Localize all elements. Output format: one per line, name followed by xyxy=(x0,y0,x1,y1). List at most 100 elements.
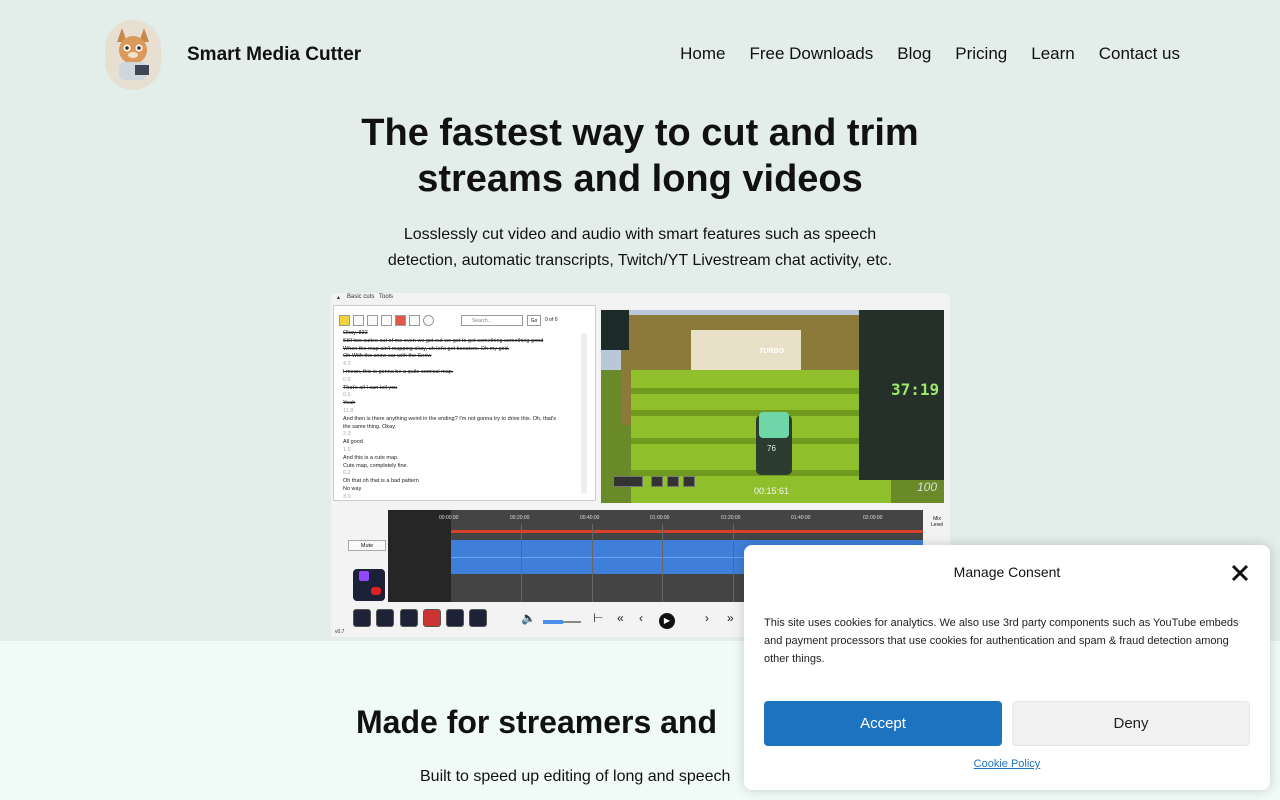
video-score: 100 xyxy=(917,480,938,494)
timeline-marker xyxy=(592,524,593,602)
cut-tool-icon xyxy=(353,609,371,627)
close-icon[interactable] xyxy=(1228,561,1252,585)
transcript-line: 0.2 xyxy=(343,470,351,477)
hero-subtitle-line1: Losslessly cut video and audio with smar… xyxy=(403,226,877,243)
transcript-search-input: Search... xyxy=(461,315,523,326)
transcript-line: Still two suites out of me even we got o… xyxy=(343,337,544,344)
transcript-line: I mean, this is gonna be a quite comical… xyxy=(343,368,454,375)
nav-pricing[interactable]: Pricing xyxy=(955,44,1007,64)
transcript-line: 11.8 xyxy=(343,407,354,414)
nav-learn[interactable]: Learn xyxy=(1031,44,1074,64)
twitch-icon xyxy=(359,571,369,581)
section-title: Made for streamers and xyxy=(356,704,718,740)
transcript-line: That's all I can tell you xyxy=(343,384,398,391)
split-tool-icon xyxy=(376,609,394,627)
remove-clip-icon xyxy=(423,609,441,627)
deny-button[interactable]: Deny xyxy=(1012,701,1250,746)
history-tool-icon xyxy=(423,315,434,326)
nav-home[interactable]: Home xyxy=(680,44,725,64)
copy-tool-icon xyxy=(353,315,364,326)
app-menu-bar: ▴ Basic cuts Tools xyxy=(331,293,950,303)
video-turbo-sign: TURBO xyxy=(759,348,784,355)
transcript-match-count: 0 of 0 xyxy=(545,317,558,323)
youtube-icon xyxy=(371,587,381,595)
timeline-tick: 01:00:00 xyxy=(650,515,670,521)
hero-title-line2: streams and long videos xyxy=(417,158,863,200)
hud-key xyxy=(667,476,679,487)
play-tool-icon xyxy=(339,315,350,326)
cookie-policy-link[interactable]: Cookie Policy xyxy=(974,758,1041,770)
timeline-side-panel: Mute xyxy=(331,509,394,635)
step-forward-icon: › xyxy=(705,611,709,625)
video-tunnel-opening xyxy=(691,330,801,370)
video-overlay-left xyxy=(601,310,629,350)
transcript-line: 2.3 xyxy=(343,431,351,438)
nav-blog[interactable]: Blog xyxy=(897,44,931,64)
site-header: Smart Media Cutter Home Free Downloads B… xyxy=(105,20,1180,90)
nav-contact[interactable]: Contact us xyxy=(1099,44,1180,64)
hero-subtitle: Losslessly cut video and audio with smar… xyxy=(360,222,920,274)
hero-subtitle-line2: detection, automatic transcripts, Twitch… xyxy=(387,252,893,269)
transcript-line: 0.6 xyxy=(343,376,351,383)
mix-level-label: Mix Level xyxy=(931,516,943,528)
video-preview: 76 TURBO 37:19 00:15:61 100 xyxy=(601,310,944,503)
video-hud-buttons xyxy=(613,476,733,488)
video-car-roof xyxy=(759,412,789,438)
timeline-tick: 00:00:00 xyxy=(439,515,459,521)
hero-title: The fastest way to cut and trim streams … xyxy=(300,110,980,202)
volume-icon: 🔈 xyxy=(521,611,536,625)
timeline-ruler: 00:00:00 00:20:00 00:40:00 01:00:00 01:2… xyxy=(388,510,923,524)
timeline-tick: 02:00:00 xyxy=(863,515,883,521)
menu-arrow-icon: ▴ xyxy=(337,295,341,301)
save-tool-icon xyxy=(381,315,392,326)
mute-button: Mute xyxy=(348,540,386,551)
accept-button[interactable]: Accept xyxy=(764,701,1002,746)
brand-name[interactable]: Smart Media Cutter xyxy=(187,44,361,66)
hud-key xyxy=(613,476,643,487)
frame-tool-icon xyxy=(469,609,487,627)
export-clip-icon xyxy=(400,609,418,627)
menu-tools: Tools xyxy=(379,294,394,300)
play-icon: ▶ xyxy=(659,613,675,629)
transcript-line: Oh With the snow car with the Snow xyxy=(343,353,432,360)
magic-cut-icon xyxy=(446,609,464,627)
timeline-tick: 01:40:00 xyxy=(791,515,811,521)
delete-tool-icon xyxy=(395,315,406,326)
transcript-line: 1.5 xyxy=(343,446,351,453)
video-clock: 00:15:61 xyxy=(754,486,790,496)
consent-body: This site uses cookies for analytics. We… xyxy=(764,617,1239,665)
nav-free-downloads[interactable]: Free Downloads xyxy=(749,44,873,64)
volume-slider-fill xyxy=(543,620,563,624)
transcript-line: Oh that oh that is a bad pattern xyxy=(343,478,419,485)
export-tool-icon xyxy=(409,315,420,326)
hud-key xyxy=(683,476,695,487)
fast-forward-icon: » xyxy=(727,611,734,625)
timeline-marker xyxy=(521,524,522,602)
hero-title-line1: The fastest way to cut and trim xyxy=(361,112,919,154)
transcript-line: 0.6 xyxy=(343,392,351,399)
transcript-line: When the map ain't mapping okay, uh let'… xyxy=(343,345,510,352)
transcript-go-button: Go xyxy=(527,315,541,326)
video-road-stripe xyxy=(631,388,891,394)
lynx-mascot-icon[interactable] xyxy=(105,20,161,90)
transcript-line: And this is a cute map. xyxy=(343,454,399,461)
timeline-marker xyxy=(662,524,663,602)
transcript-lines: Okay, 832 Still two suites out of me even… xyxy=(343,330,583,502)
menu-basic-cuts: Basic cuts xyxy=(347,294,375,300)
timeline-tick: 00:40:00 xyxy=(580,515,600,521)
transcript-line: 4.2 xyxy=(343,361,351,368)
transcript-line: Cute map, completely fine. xyxy=(343,462,409,469)
consent-dialog: Manage Consent This site uses cookies fo… xyxy=(744,545,1270,790)
video-race-timer: 37:19 xyxy=(891,380,940,399)
timeline-tick: 01:20:00 xyxy=(721,515,741,521)
timeline-marker xyxy=(733,524,734,602)
app-version: v0.7 xyxy=(335,629,345,635)
video-car-number: 76 xyxy=(767,444,776,453)
paste-tool-icon xyxy=(367,315,378,326)
step-back-icon: ‹ xyxy=(639,611,643,625)
transcript-scrollbar xyxy=(581,333,587,493)
consent-title: Manage Consent xyxy=(953,564,1061,580)
transcript-line: All good xyxy=(343,439,363,446)
transcript-line: 3.0 xyxy=(343,493,351,500)
cookie-policy: Cookie Policy xyxy=(744,758,1270,770)
